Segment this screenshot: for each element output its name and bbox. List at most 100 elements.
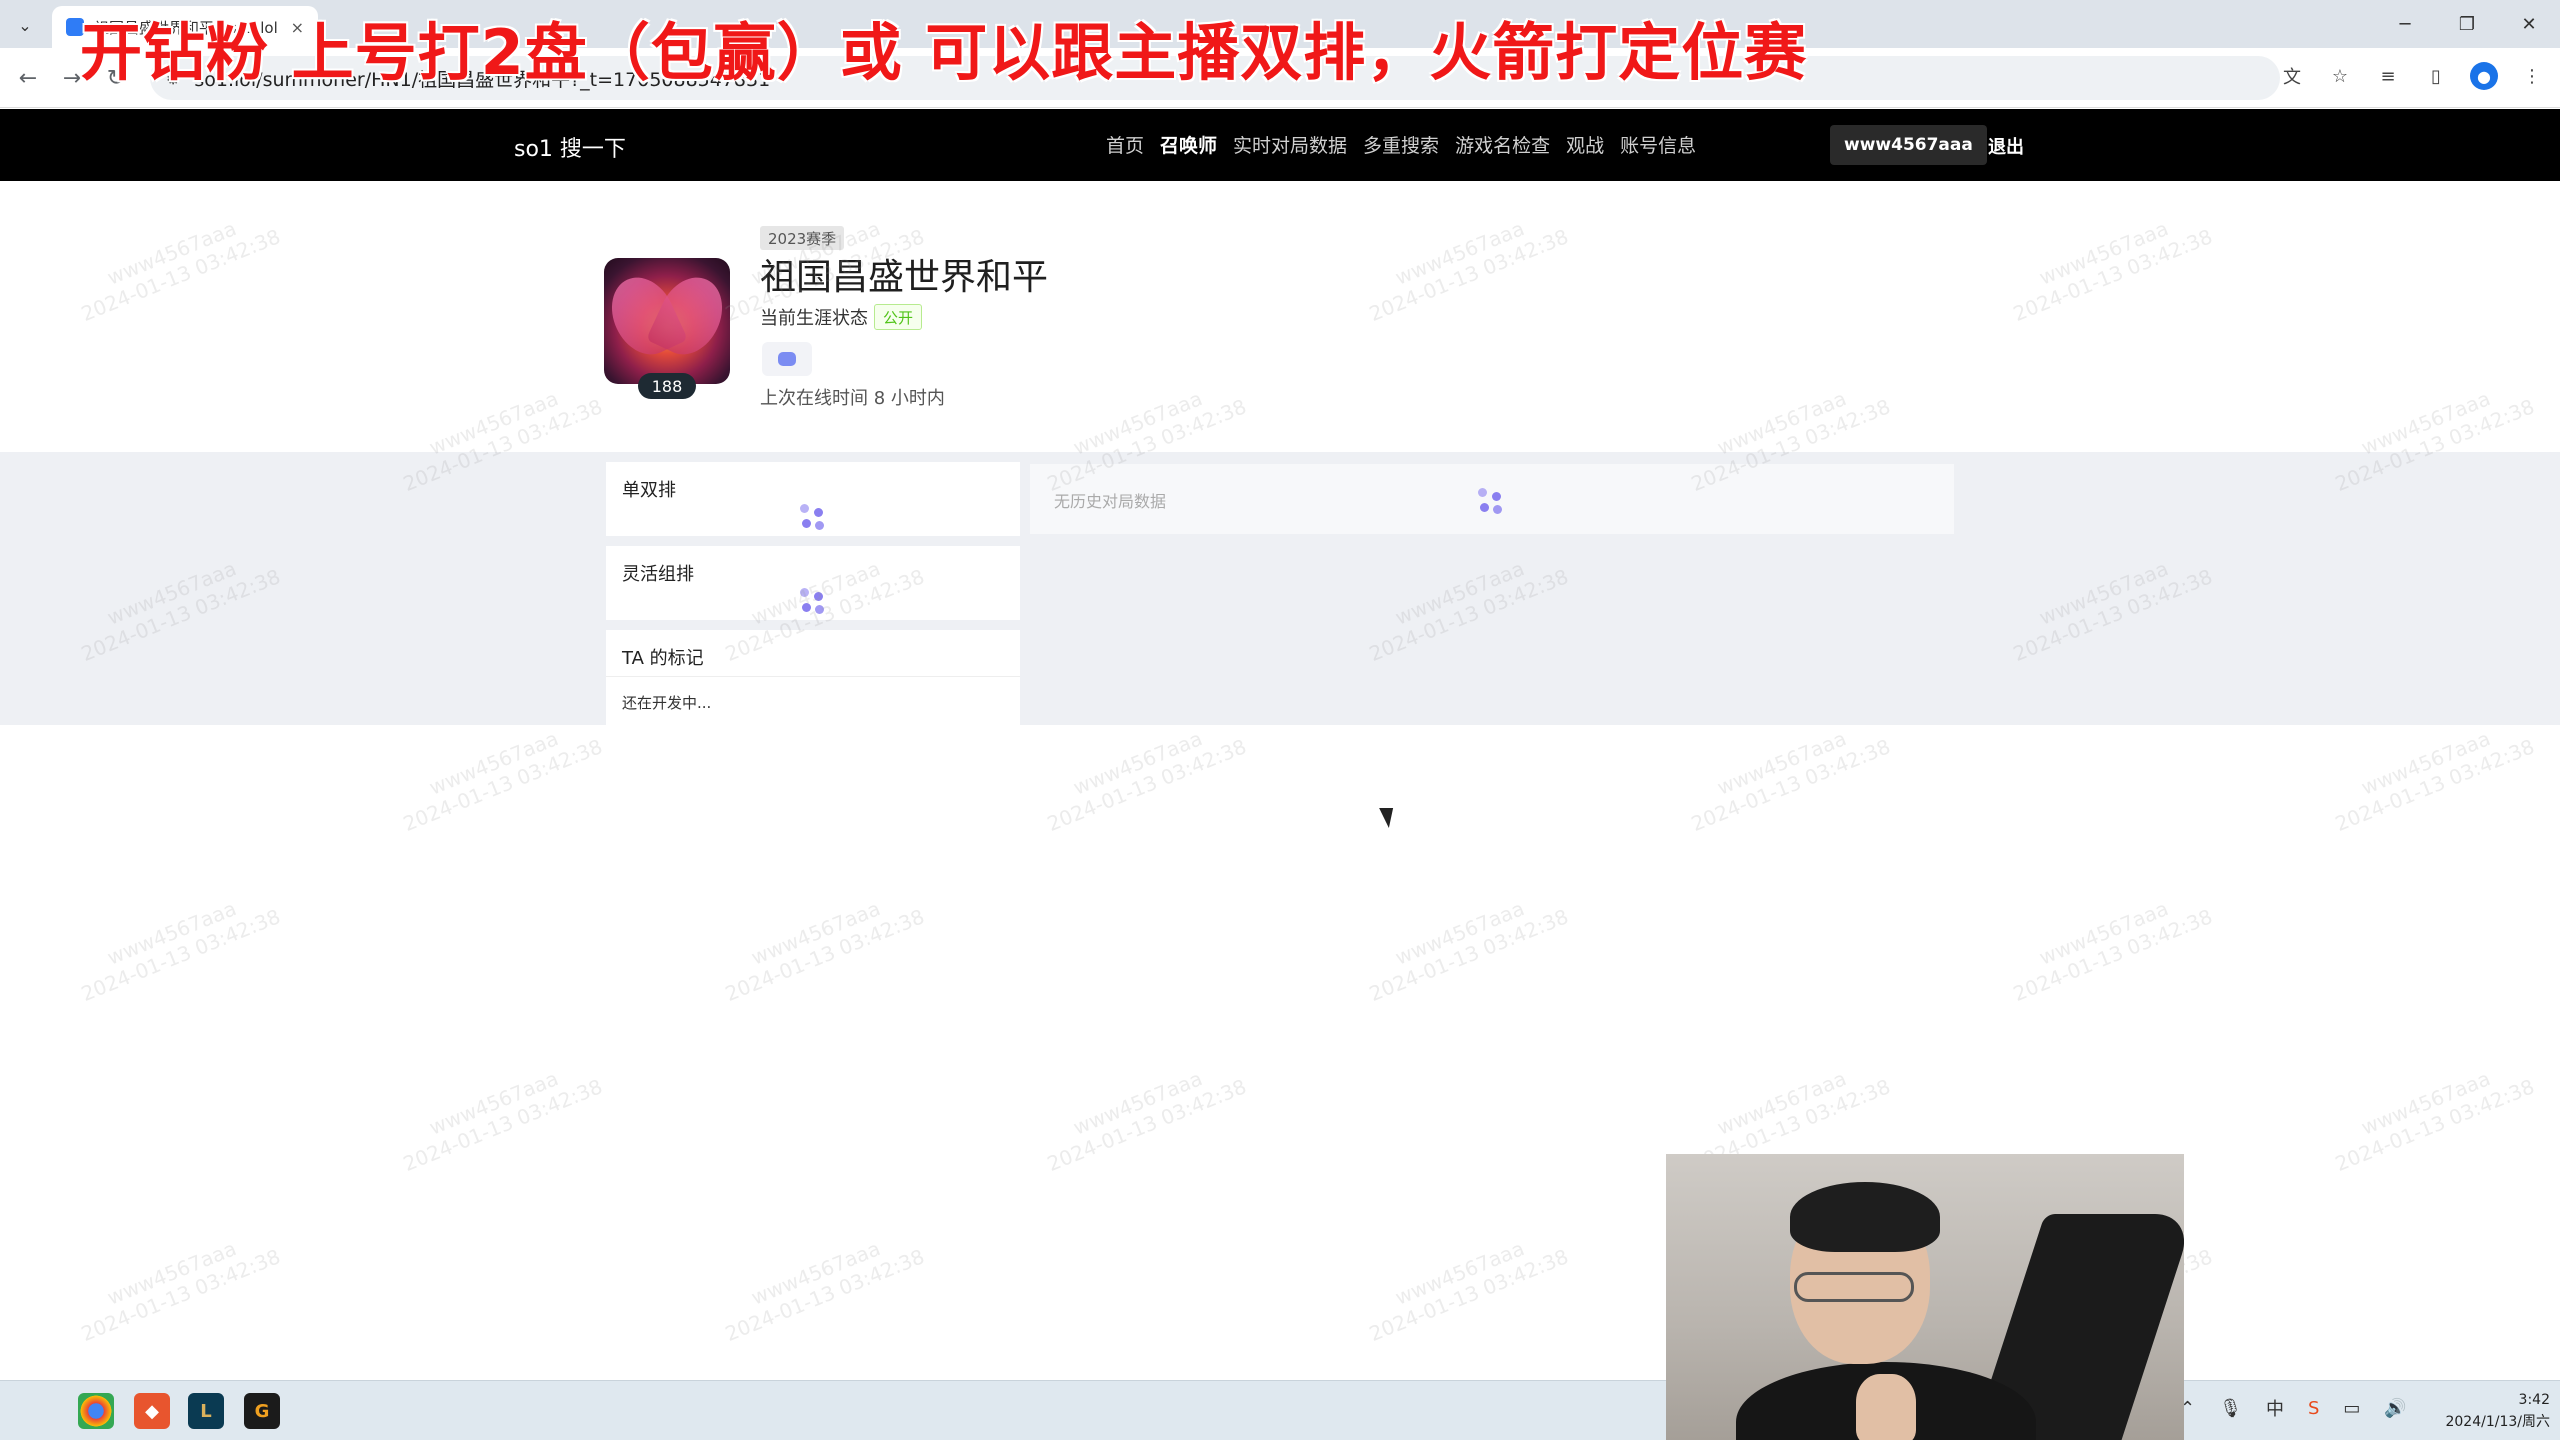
window-controls: ─ ❐ ✕ — [2374, 0, 2560, 48]
watermark-time: 2024-01-13 03:42:38 — [2331, 734, 2538, 837]
watermark-time: 2024-01-13 03:42:38 — [1365, 904, 1572, 1007]
site-nav: 首页 召唤师 实时对局数据 多重搜索 游戏名检查 观战 账号信息 — [1106, 131, 1696, 158]
watermark-time: 2024-01-13 03:42:38 — [1687, 734, 1894, 837]
last-online-text: 上次在线时间 8 小时内 — [760, 388, 945, 409]
watermark: www4567aaa2024-01-13 03:42:38 — [69, 882, 284, 1006]
loading-spinner-icon — [1478, 488, 1504, 514]
watermark: www4567aaa2024-01-13 03:42:38 — [2323, 1052, 2538, 1176]
league-taskbar-icon[interactable]: L — [188, 1393, 224, 1429]
watermark-time: 2024-01-13 03:42:38 — [2331, 1074, 2538, 1177]
flex-card: 灵活组排 — [606, 546, 1020, 620]
nav-account-info[interactable]: 账号信息 — [1620, 131, 1696, 158]
watermark-time: 2024-01-13 03:42:38 — [399, 1074, 606, 1177]
watermark: www4567aaa2024-01-13 03:42:38 — [713, 882, 928, 1006]
volume-icon[interactable]: 🔊 — [2384, 1398, 2406, 1419]
watermark: www4567aaa2024-01-13 03:42:38 — [1357, 1222, 1572, 1346]
logout-link[interactable]: 退出 — [1988, 133, 2024, 159]
sogou-icon[interactable]: S — [2308, 1398, 2319, 1419]
back-button[interactable]: ← — [14, 64, 42, 92]
close-window-button[interactable]: ✕ — [2498, 0, 2560, 48]
person-hand — [1856, 1374, 1916, 1440]
loading-spinner-icon — [800, 588, 826, 614]
profile-avatar-icon[interactable]: ● — [2470, 62, 2498, 90]
nav-multi-search[interactable]: 多重搜索 — [1363, 131, 1439, 158]
taskbar-clock[interactable]: 3:42 2024/1/13/周六 — [2430, 1389, 2550, 1433]
side-panel-icon[interactable]: ▯ — [2422, 62, 2450, 90]
watermark: www4567aaa2024-01-13 03:42:38 — [1357, 202, 1572, 326]
history-empty-text: 无历史对局数据 — [1054, 492, 1167, 511]
watermark-time: 2024-01-13 03:42:38 — [2009, 224, 2216, 327]
nav-summoner[interactable]: 召唤师 — [1160, 131, 1217, 158]
watermark-time: 2024-01-13 03:42:38 — [2009, 904, 2216, 1007]
watermark: www4567aaa2024-01-13 03:42:38 — [69, 202, 284, 326]
watermark-user: www4567aaa — [747, 1236, 884, 1310]
summoner-name: 祖国昌盛世界和平 — [760, 257, 1049, 298]
chevron-down-icon: ⌄ — [18, 15, 32, 35]
tags-title: TA 的标记 — [622, 648, 704, 669]
watermark-user: www4567aaa — [1069, 1066, 1206, 1140]
watermark-user: www4567aaa — [425, 1066, 562, 1140]
watermark-time: 2024-01-13 03:42:38 — [1043, 734, 1250, 837]
tab-search-button[interactable]: ⌄ — [10, 10, 40, 40]
watermark-time: 2024-01-13 03:42:38 — [721, 904, 928, 1007]
watermark: www4567aaa2024-01-13 03:42:38 — [391, 712, 606, 836]
nav-name-check[interactable]: 游戏名检查 — [1455, 131, 1550, 158]
watermark: www4567aaa2024-01-13 03:42:38 — [69, 1222, 284, 1346]
watermark: www4567aaa2024-01-13 03:42:38 — [713, 1222, 928, 1346]
app-taskbar-icon[interactable]: ◆ — [134, 1393, 170, 1429]
site-header: so1 搜一下 首页 召唤师 实时对局数据 多重搜索 游戏名检查 观战 账号信息… — [0, 109, 2560, 181]
watermark-user: www4567aaa — [103, 896, 240, 970]
nav-live-match[interactable]: 实时对局数据 — [1233, 131, 1347, 158]
toolbar-actions: 文 ☆ ≡ ▯ ● ⋮ — [2278, 62, 2546, 90]
career-status-badge: 公开 — [874, 304, 923, 330]
watermark-user: www4567aaa — [1391, 216, 1528, 290]
watermark-time: 2024-01-13 03:42:38 — [1365, 1244, 1572, 1347]
nav-spectate[interactable]: 观战 — [1566, 131, 1604, 158]
clock-date: 2024/1/13/周六 — [2445, 1414, 2550, 1430]
watermark-user: www4567aaa — [103, 216, 240, 290]
network-icon[interactable]: ▭ — [2343, 1398, 2360, 1419]
content-band: 单双排 灵活组排 TA 的标记 还在开发中... 无历史对局数据 — [0, 452, 2560, 725]
site-brand[interactable]: so1 搜一下 — [514, 131, 626, 163]
bookmark-star-icon[interactable]: ☆ — [2326, 62, 2354, 90]
match-history-panel: 无历史对局数据 — [1030, 464, 1954, 534]
divider — [606, 676, 1020, 677]
watermark-time: 2024-01-13 03:42:38 — [77, 904, 284, 1007]
tags-card: TA 的标记 还在开发中... — [606, 630, 1020, 725]
watermark-time: 2024-01-13 03:42:38 — [1365, 224, 1572, 327]
game-client-taskbar-icon[interactable]: G — [244, 1393, 280, 1429]
watermark: www4567aaa2024-01-13 03:42:38 — [1035, 712, 1250, 836]
career-status-label: 当前生涯状态 — [760, 308, 868, 329]
restore-button[interactable]: ❐ — [2436, 0, 2498, 48]
watermark-time: 2024-01-13 03:42:38 — [721, 1244, 928, 1347]
season-tag: 2023赛季 — [760, 226, 845, 250]
microphone-icon[interactable]: 🎙 — [2219, 1398, 2242, 1419]
translate-icon[interactable]: 文 — [2278, 62, 2306, 90]
solo-duo-card: 单双排 — [606, 462, 1020, 536]
chat-bubble-icon — [778, 352, 796, 366]
watermark-time: 2024-01-13 03:42:38 — [1043, 1074, 1250, 1177]
start-button[interactable] — [24, 1395, 56, 1427]
arrow-right-icon: → — [62, 65, 82, 91]
media-controls-icon[interactable]: ≡ — [2374, 62, 2402, 90]
nav-home[interactable]: 首页 — [1106, 131, 1144, 158]
watermark: www4567aaa2024-01-13 03:42:38 — [1357, 882, 1572, 1006]
watermark-user: www4567aaa — [1391, 1236, 1528, 1310]
flex-title: 灵活组排 — [622, 564, 694, 585]
input-method-icon[interactable]: 中 — [2266, 1395, 2284, 1421]
chat-button[interactable] — [762, 342, 812, 376]
watermark-user: www4567aaa — [103, 1236, 240, 1310]
watermark-user: www4567aaa — [1391, 896, 1528, 970]
watermark: www4567aaa2024-01-13 03:42:38 — [2323, 712, 2538, 836]
minimize-button[interactable]: ─ — [2374, 0, 2436, 48]
watermark: www4567aaa2024-01-13 03:42:38 — [2001, 202, 2216, 326]
person-hair — [1790, 1182, 1940, 1252]
chrome-taskbar-icon[interactable] — [78, 1393, 114, 1429]
loading-spinner-icon — [800, 504, 826, 530]
watermark: www4567aaa2024-01-13 03:42:38 — [1035, 1052, 1250, 1176]
watermark-time: 2024-01-13 03:42:38 — [77, 224, 284, 327]
watermark-user: www4567aaa — [2357, 726, 2494, 800]
watermark-user: www4567aaa — [425, 726, 562, 800]
user-chip[interactable]: www4567aaa — [1830, 125, 1987, 165]
menu-kebab-icon[interactable]: ⋮ — [2518, 62, 2546, 90]
